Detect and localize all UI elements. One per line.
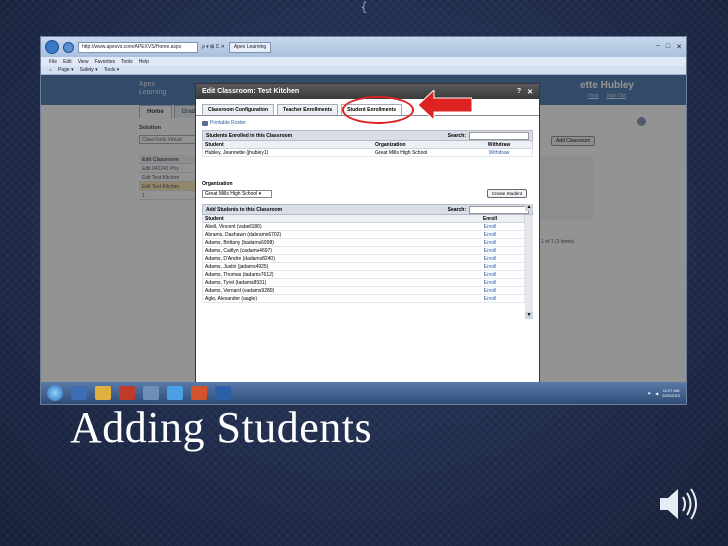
edit-classroom-dialog: Edit Classroom: Test Kitchen ? ✕ Classro…: [195, 83, 540, 383]
enroll-link[interactable]: Enroll: [473, 224, 507, 230]
volume-icon[interactable]: ◀: [655, 391, 658, 396]
enroll-link[interactable]: Enroll: [473, 264, 507, 270]
withdraw-link[interactable]: Withdraw: [479, 150, 519, 156]
enrolled-section-title: Students Enrolled in this Classroom: [206, 132, 293, 139]
dialog-title: Edit Classroom: Test Kitchen: [202, 88, 300, 95]
enroll-link[interactable]: Enroll: [473, 256, 507, 262]
enroll-link[interactable]: Enroll: [473, 280, 507, 286]
col-organization: Organization: [375, 141, 406, 148]
add-section-header: Add Students to this Classroom Search:: [202, 204, 533, 215]
add-section-title: Add Students to this Classroom: [206, 206, 283, 213]
table-row: Abell, Vincent (vabell186) Enroll: [202, 223, 525, 231]
tab-classroom-configuration[interactable]: Classroom Configuration: [202, 104, 275, 115]
enroll-link[interactable]: Enroll: [473, 296, 507, 302]
add-students-section: Add Students to this Classroom Search: S…: [202, 204, 533, 319]
start-button[interactable]: [47, 385, 63, 401]
clock[interactable]: 11:27 AM 2/20/2012: [662, 388, 680, 398]
speaker-icon[interactable]: [656, 484, 700, 524]
create-student-button[interactable]: Create Student: [486, 189, 527, 198]
table-row: Adams, Tyrel (tadams8931) Enroll: [202, 279, 525, 287]
home-icon[interactable]: ⌂: [49, 67, 52, 73]
browser-icon[interactable]: [167, 386, 183, 400]
forward-button[interactable]: [63, 41, 74, 53]
flag-icon[interactable]: ⚑: [648, 391, 652, 396]
browser-tab[interactable]: Apex Learning: [228, 41, 272, 53]
add-search-input[interactable]: [469, 205, 529, 214]
enroll-link[interactable]: Enroll: [473, 240, 507, 246]
windows-taskbar: ⚑ ◀ 11:27 AM 2/20/2012: [41, 382, 686, 404]
enroll-link[interactable]: Enroll: [473, 272, 507, 278]
enrolled-student: Hubley, Jeannette (jhubley1): [205, 149, 269, 156]
dialog-close-icon[interactable]: ✕: [527, 88, 533, 96]
menu-favorites[interactable]: Favorites: [94, 59, 115, 65]
minimize-icon[interactable]: −: [656, 43, 660, 51]
browser-menubar: File Edit View Favorites Tools Help: [41, 57, 686, 66]
menu-tools[interactable]: Tools: [121, 59, 133, 65]
address-bar[interactable]: http://www.apexvs.com/APEXVS/Home.aspx: [78, 41, 198, 53]
powerpoint-icon[interactable]: [191, 386, 207, 400]
screenshot-frame: http://www.apexvs.com/APEXVS/Home.aspx ρ…: [40, 36, 687, 405]
slide-ornament: {: [360, 0, 368, 14]
app-icon[interactable]: [143, 386, 159, 400]
enrolled-section-header: Students Enrolled in this Classroom Sear…: [202, 130, 533, 141]
table-row: Adams, Justin (jadams4925) Enroll: [202, 263, 525, 271]
address-controls[interactable]: ρ ▾ ⊠ C ✕: [202, 44, 225, 50]
table-row: Adams, Vernard (vadams9280) Enroll: [202, 287, 525, 295]
command-page[interactable]: Page ▾: [58, 67, 74, 73]
enrolled-search-input[interactable]: [469, 131, 529, 140]
table-row: Hubley, Jeannette (jhubley1) Great Mills…: [202, 149, 533, 157]
menu-file[interactable]: File: [49, 59, 57, 65]
restore-icon[interactable]: □: [666, 43, 670, 51]
dialog-help-icon[interactable]: ?: [517, 88, 521, 96]
table-row: Adams, Caitlyn (cadams4697) Enroll: [202, 247, 525, 255]
folder-icon[interactable]: [95, 386, 111, 400]
close-icon[interactable]: ✕: [676, 43, 682, 51]
col-withdraw: Withdraw: [487, 141, 511, 148]
back-button[interactable]: [45, 40, 59, 54]
enroll-link[interactable]: Enroll: [473, 288, 507, 294]
col-student: Student: [205, 215, 224, 222]
word-icon[interactable]: [215, 386, 231, 400]
scroll-down-icon[interactable]: ▼: [525, 312, 533, 319]
window-controls: − □ ✕: [656, 43, 682, 51]
ie-icon[interactable]: [71, 386, 87, 400]
command-tools[interactable]: Tools ▾: [104, 67, 120, 73]
menu-view[interactable]: View: [78, 59, 89, 65]
table-row: Abrams, Dashawn (dabrams6702) Enroll: [202, 231, 525, 239]
menu-help[interactable]: Help: [139, 59, 149, 65]
table-row: Adams, Brittany (badams6998) Enroll: [202, 239, 525, 247]
organization-select[interactable]: Great Mills High School ▾: [202, 189, 272, 198]
add-table-header: Student Enroll: [202, 215, 525, 223]
scroll-up-icon[interactable]: ▲: [525, 204, 533, 211]
printer-icon: [202, 120, 208, 126]
col-student: Student: [205, 141, 224, 148]
tab-teacher-enrollments[interactable]: Teacher Enrollments: [277, 104, 339, 115]
student-enrollments-highlight: [342, 96, 414, 124]
table-row: Adams, Thomas (tadams7612) Enroll: [202, 271, 525, 279]
table-row: Adams, D'Andre (dadams8240) Enroll: [202, 255, 525, 263]
enroll-link[interactable]: Enroll: [473, 232, 507, 238]
red-arrow-icon: [418, 90, 472, 120]
enroll-link[interactable]: Enroll: [473, 248, 507, 254]
table-row: Agle, Alexander (aagle) Enroll: [202, 295, 525, 303]
slide-title: Adding Students: [70, 403, 373, 452]
media-icon[interactable]: [119, 386, 135, 400]
command-safety[interactable]: Safety ▾: [80, 67, 98, 73]
dialog-body: Printable Roster Students Enrolled in th…: [196, 116, 539, 323]
organization-row: Great Mills High School ▾ Create Student: [202, 189, 533, 198]
add-search-label: Search:: [447, 206, 466, 213]
menu-edit[interactable]: Edit: [63, 59, 72, 65]
col-enroll: Enroll: [482, 215, 498, 222]
system-tray: ⚑ ◀ 11:27 AM 2/20/2012: [648, 388, 680, 398]
browser-titlebar: http://www.apexvs.com/APEXVS/Home.aspx ρ…: [41, 37, 686, 57]
enrolled-organization: Great Mills High School: [375, 149, 428, 156]
organization-label: Organization: [202, 181, 233, 187]
enrolled-search-label: Search:: [447, 132, 466, 139]
browser-commandbar: ⌂ Page ▾ Safety ▾ Tools ▾: [41, 66, 686, 75]
enrolled-table-header: Student Organization Withdraw: [202, 141, 533, 149]
add-students-list[interactable]: Student Enroll Abell, Vincent (vabell186…: [202, 215, 533, 319]
